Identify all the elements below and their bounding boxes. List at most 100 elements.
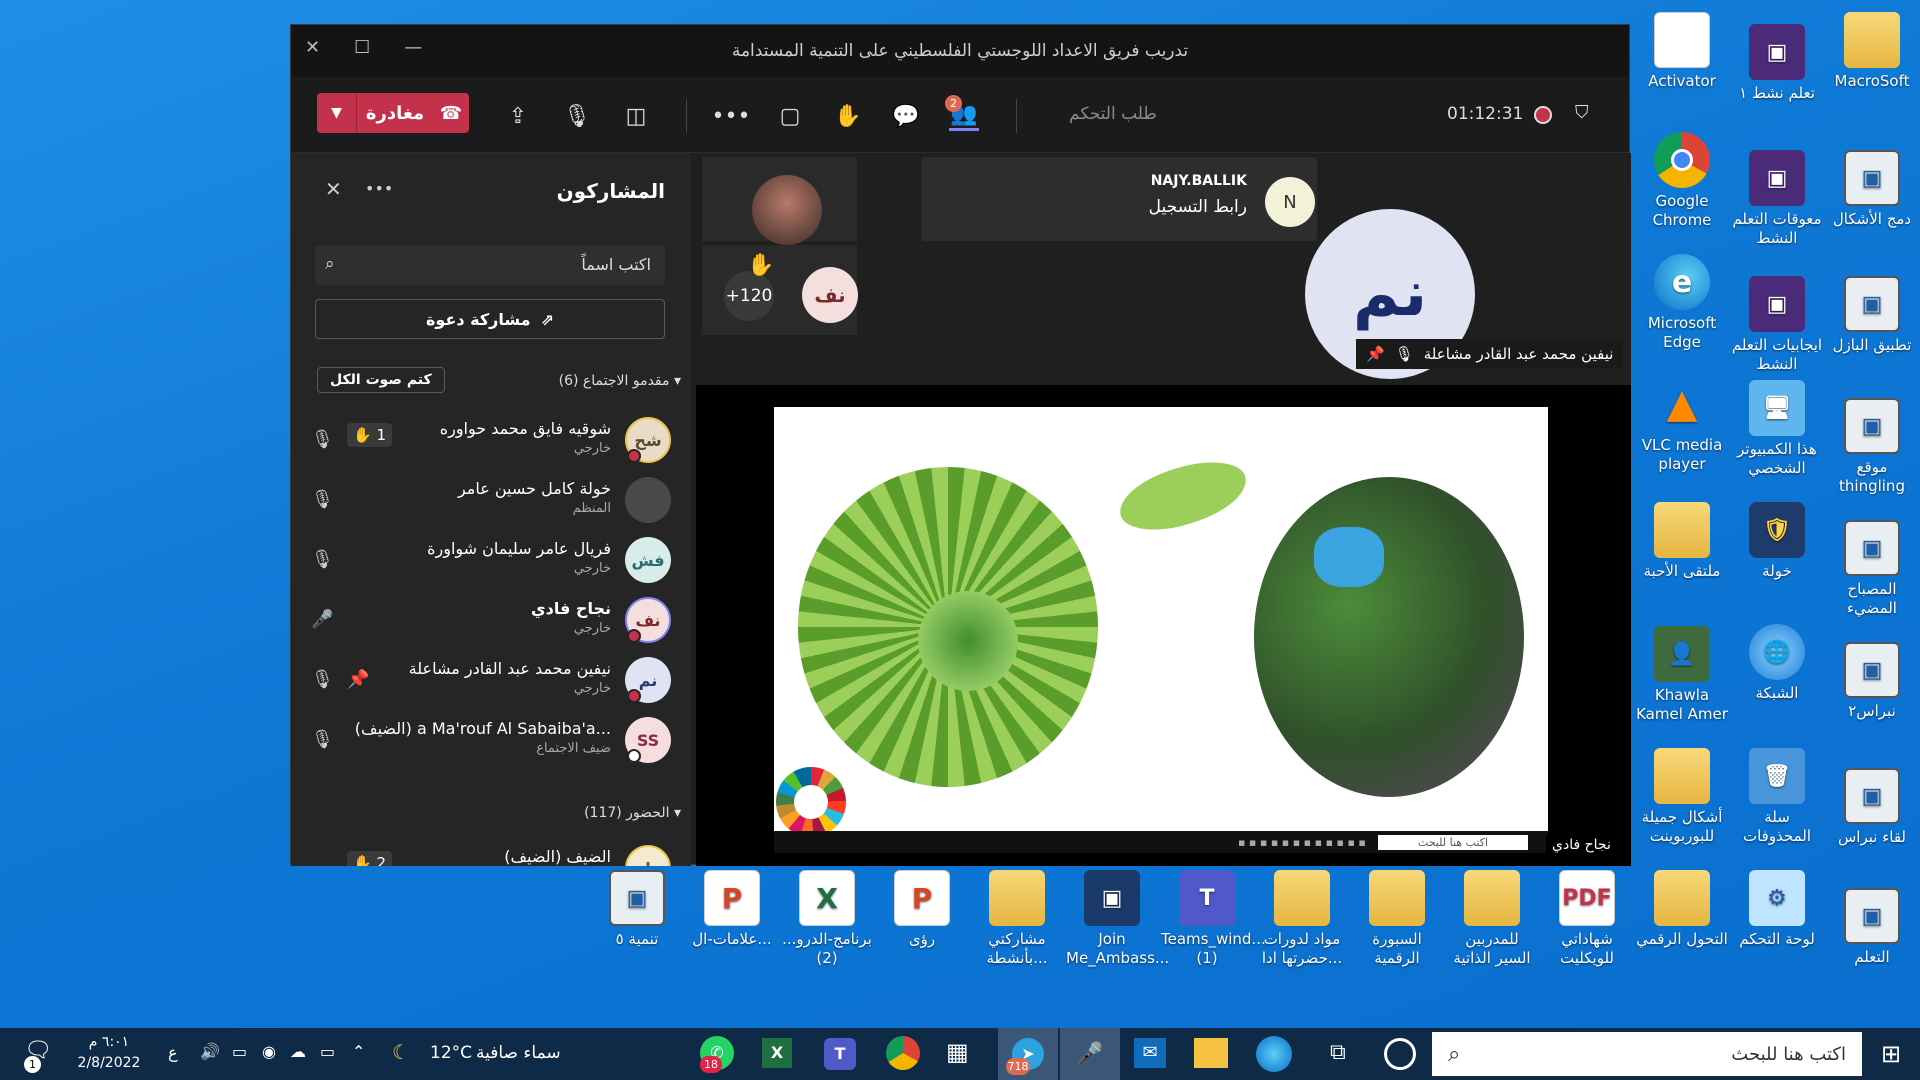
leave-button[interactable]: ▼ مغادرة ☎ — [317, 93, 469, 133]
mic-on-icon[interactable]: 🎤 — [311, 609, 333, 630]
desktop-icon-beautiful-shapes[interactable]: أشكال جميلة للبوربوينت — [1636, 748, 1728, 846]
desktop-icon-wakelet-certs[interactable]: PDF شهاداتي للويكليت — [1541, 870, 1633, 968]
close-panel-icon[interactable]: ✕ — [325, 177, 342, 201]
request-control-button[interactable]: طلب التحكم — [1069, 104, 1157, 124]
participant-row[interactable]: SS (الضيف) a Ma'rouf Al Sabaiba'a... ضيف… — [311, 715, 671, 769]
desktop-icon-nibras-meeting[interactable]: ▣ لقاء نبراس — [1826, 768, 1918, 847]
folder-icon — [1369, 870, 1425, 926]
maximize-window-icon[interactable]: ☐ — [354, 37, 370, 58]
record-icon[interactable]: ◉ — [262, 1042, 276, 1061]
desktop-icon-my-activities[interactable]: مشاركتي بأنشطة... — [971, 870, 1063, 968]
desktop-icon-learning[interactable]: ▣ التعلم — [1826, 888, 1918, 967]
view-layout-icon[interactable]: ▢ — [775, 101, 805, 131]
desktop-icon-program-excel[interactable]: X برنامج-الدرو... (2) — [781, 870, 873, 968]
chevron-up-icon[interactable]: ⌃ — [352, 1042, 365, 1061]
raised-hand-badge: ✋ 1 — [347, 423, 392, 447]
presenters-section-header[interactable]: مقدمو الاجتماع (6) ▾ — [559, 373, 681, 389]
desktop-icon-thingling[interactable]: ▣ موقع thingling — [1826, 398, 1918, 496]
mic-off-icon[interactable]: 🎙 — [311, 729, 334, 750]
participant-row[interactable]: شح شوقيه فايق محمد حواوره خارجي ✋ 1 🎙 — [311, 415, 671, 469]
close-window-icon[interactable]: ✕ — [305, 37, 320, 58]
telegram-icon[interactable]: ➤ 718 — [998, 1028, 1058, 1080]
taskbar-search-box[interactable]: ⌕ اكتب هنا للبحث — [1432, 1032, 1862, 1076]
desktop-icon-bright-lamp[interactable]: ▣ المصباح المضيء — [1826, 520, 1918, 618]
desktop-icon-active-learning-1[interactable]: ▣ تعلم نشط ١ — [1731, 24, 1823, 103]
windows-start-icon[interactable]: ⊞ — [1862, 1028, 1920, 1080]
desktop-icon-digital-board[interactable]: السبورة الرقمية — [1351, 870, 1443, 968]
overflow-tile[interactable]: +120 ✋ نف — [702, 245, 858, 335]
share-invite-button[interactable]: مشاركة دعوة ⇗ — [315, 299, 665, 339]
input-language[interactable]: ع — [168, 1043, 178, 1062]
desktop-icon-merge-shapes[interactable]: ▣ دمج الأشكال — [1826, 150, 1918, 229]
minimize-window-icon[interactable]: — — [404, 37, 422, 58]
participants-icon[interactable]: 👥 2 — [945, 95, 979, 131]
microphone-app-icon[interactable]: 🎤 — [1060, 1028, 1120, 1080]
onedrive-icon[interactable]: ☁ — [290, 1042, 306, 1061]
clock[interactable]: ٦:٠١ م 2/8/2022 — [74, 1032, 144, 1074]
desktop-icon-control-panel[interactable]: ⚙ لوحة التحكم — [1731, 870, 1823, 949]
excel-taskbar-icon[interactable]: X — [762, 1038, 792, 1068]
mic-off-icon[interactable]: 🎙 — [311, 489, 334, 510]
file-explorer-icon[interactable] — [1194, 1038, 1228, 1068]
search-box[interactable]: ⌕ اكتب اسماً — [315, 245, 665, 285]
desktop-icon-khawla-kamel-amer[interactable]: 👤 Khawla Kamel Amer — [1636, 626, 1728, 724]
desktop-icon-join-me[interactable]: ▣ Join Me_Ambass... — [1066, 870, 1169, 968]
desktop-icon-visions[interactable]: P رؤى — [876, 870, 968, 949]
desktop-icon-course-materials[interactable]: مواد لدورات حضرتها ادا... — [1256, 870, 1348, 968]
mic-off-icon[interactable]: 🎙 — [311, 429, 334, 450]
desktop-icon-khawla[interactable]: 🛡 خولة — [1731, 502, 1823, 581]
pin-icon[interactable]: 📌 — [1366, 339, 1385, 369]
desktop-icon-vlc[interactable]: ▲ VLC media player — [1636, 376, 1728, 474]
desktop-icon-active-learning-obstacles[interactable]: ▣ معوقات التعلم النشط — [1731, 150, 1823, 248]
participant-row[interactable]: ا الضيف (الضيف) ✋ 2 — [311, 843, 671, 866]
desktop-icon-microsoft-edge[interactable]: e Microsoft Edge — [1636, 254, 1728, 352]
chrome-taskbar-icon[interactable] — [886, 1036, 920, 1070]
meet-now-icon[interactable]: ▭ — [320, 1042, 335, 1061]
desktop-icon-network[interactable]: 🌐 الشبكة — [1731, 624, 1823, 703]
desktop-icon-teams-installer[interactable]: T Teams_wind... (1) — [1161, 870, 1266, 968]
participant-row[interactable]: نم نيفين محمد عبد القادر مشاعلة خارجي 📌 … — [311, 655, 671, 709]
desktop-icon-trainer-cvs[interactable]: للمدربين السير الذاتية — [1446, 870, 1538, 968]
temperature[interactable]: 12°C — [430, 1043, 472, 1063]
reactions-icon[interactable]: ✋ — [833, 101, 863, 131]
participant-row[interactable]: خولة كامل حسين عامر المنظم 🎙 — [311, 475, 671, 529]
mail-icon[interactable]: ✉ — [1134, 1038, 1166, 1068]
weather-text[interactable]: سماء صافية — [476, 1043, 561, 1063]
chevron-down-icon[interactable]: ▼ — [317, 93, 357, 133]
battery-icon[interactable]: ▭ — [232, 1042, 247, 1061]
mute-all-button[interactable]: كتم صوت الكل — [317, 367, 445, 393]
share-screen-icon[interactable]: ⇪ — [503, 101, 533, 131]
desktop-icon-google-chrome[interactable]: Google Chrome — [1636, 132, 1728, 230]
whatsapp-icon[interactable]: ✆ 18 — [700, 1036, 734, 1073]
mic-off-icon[interactable]: 🎙 — [562, 101, 592, 131]
desktop-icon-puzzle-app[interactable]: ▣ تطبيق البازل — [1826, 276, 1918, 355]
participant-row[interactable]: نف نجاح فادي خارجي 🎤 — [311, 595, 671, 649]
mic-off-icon[interactable]: 🎙 — [311, 549, 334, 570]
task-view-icon[interactable]: ⧉ — [1330, 1040, 1346, 1065]
more-options-icon[interactable]: ••• — [365, 179, 393, 198]
store-icon[interactable]: ▦ — [946, 1038, 969, 1066]
desktop-icon-marks-ppt[interactable]: P علامات-ال... — [686, 870, 778, 949]
chat-icon[interactable]: 💬 — [891, 101, 921, 131]
desktop-icon-this-pc[interactable]: 🖥 هذا الكمبيوتر الشخصي — [1731, 380, 1823, 478]
desktop-icon-macrosoft[interactable]: MacroSoft — [1826, 12, 1918, 91]
desktop-icon-digital-transformation[interactable]: التحول الرقمي — [1636, 870, 1728, 949]
desktop-icon-nibras-2[interactable]: ▣ نبراس٢ — [1826, 642, 1918, 721]
desktop-icon-loved-ones-forum[interactable]: ملتقى الأحبة — [1636, 502, 1728, 581]
teams-taskbar-icon[interactable]: T — [824, 1038, 856, 1070]
desktop-icon-activator[interactable]: Activator — [1636, 12, 1728, 91]
desktop-icon-active-learning-positives[interactable]: ▣ ايجابيات التعلم النشط — [1731, 276, 1823, 374]
participant-row[interactable]: فش فريال عامر سليمان شواورة خارجي 🎙 — [311, 535, 671, 589]
volume-icon[interactable]: 🔊 — [200, 1042, 220, 1061]
mic-off-icon[interactable]: 🎙 — [311, 669, 334, 690]
camera-off-icon[interactable]: ◫ — [621, 101, 651, 131]
more-options-icon[interactable]: ••• — [712, 101, 751, 131]
chat-notification[interactable]: NAJY.BALLIK رابط التسجيل N — [921, 157, 1317, 241]
desktop-icon-development-5[interactable]: ▣ تنمية ٥ — [591, 870, 683, 949]
edge-taskbar-icon[interactable] — [1256, 1036, 1292, 1072]
pin-icon[interactable]: 📌 — [347, 669, 369, 690]
attendees-section-header[interactable]: الحضور (117) ▾ — [584, 805, 681, 821]
desktop-icon-recycle-bin[interactable]: 🗑 سلة المحذوفات — [1731, 748, 1823, 846]
video-tile[interactable] — [702, 157, 857, 245]
cortana-icon[interactable] — [1384, 1038, 1416, 1070]
